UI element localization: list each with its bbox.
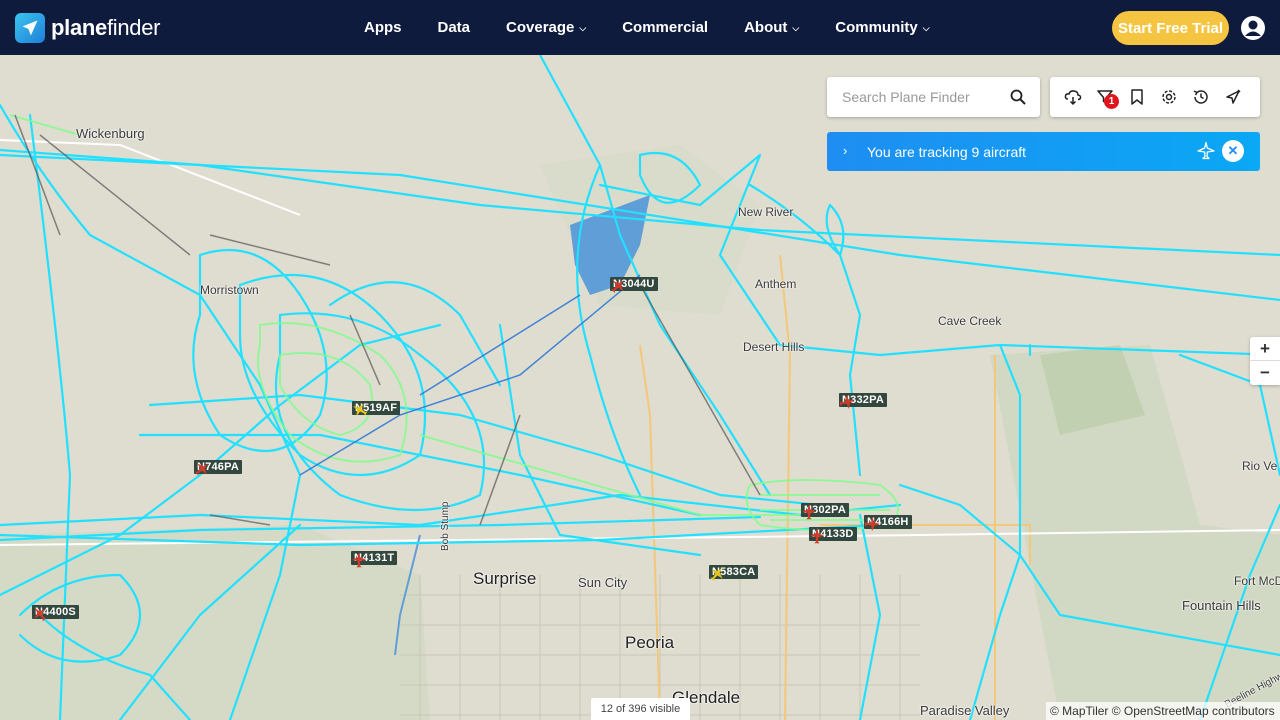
place-label: Morristown — [200, 283, 259, 297]
nav-about[interactable]: About ⌵ — [744, 19, 799, 36]
airplane-icon — [610, 280, 624, 294]
brand-name: planefinder — [51, 15, 161, 40]
airplane-icon — [1197, 141, 1215, 160]
history-icon[interactable] — [1192, 88, 1210, 106]
aircraft-marker[interactable]: N583CA — [708, 565, 759, 582]
plane-logo-icon — [15, 13, 45, 43]
airplane-icon — [809, 527, 825, 544]
weather-icon[interactable] — [1064, 88, 1082, 106]
place-label: Anthem — [755, 277, 797, 291]
nav-community[interactable]: Community ⌵ — [835, 19, 929, 36]
aircraft-marker[interactable]: N4166H — [863, 515, 912, 532]
start-free-trial-button[interactable]: Start Free Trial — [1112, 11, 1229, 45]
airplane-icon — [839, 395, 855, 409]
road-label: Bob Stump — [440, 501, 451, 551]
map-toolbar — [1050, 77, 1260, 117]
aircraft-marker[interactable]: N4400S — [31, 605, 79, 622]
search-box — [827, 77, 1040, 117]
bookmark-icon[interactable] — [1128, 88, 1146, 106]
aircraft-marker[interactable]: N746PA — [193, 460, 242, 476]
zoom-out-button[interactable]: − — [1250, 361, 1280, 385]
zoom-control: + − — [1250, 337, 1280, 385]
main-nav: Apps Data Coverage ⌵ Commercial About ⌵ Co… — [364, 0, 966, 55]
chevron-right-icon[interactable]: › — [843, 143, 847, 158]
top-navigation-bar: planefinder Apps Data Coverage ⌵ Commerci… — [0, 0, 1280, 55]
chevron-down-icon: ⌵ — [579, 23, 587, 33]
place-label: Paradise Valley — [920, 703, 1010, 718]
airplane-icon — [351, 551, 367, 568]
map-attribution[interactable]: © MapTiler © OpenStreetMap contributors — [1046, 702, 1280, 720]
chevron-down-icon: ⌵ — [922, 23, 930, 33]
tracking-text: You are tracking 9 aircraft — [867, 144, 1027, 160]
aircraft-marker[interactable]: N4133D — [808, 527, 857, 544]
search-input[interactable] — [842, 89, 1012, 105]
airplane-icon — [864, 516, 881, 532]
search-icon[interactable] — [1010, 89, 1026, 105]
place-label: Cave Creek — [938, 314, 1002, 328]
aircraft-marker[interactable]: N332PA — [838, 393, 887, 409]
airplane-icon — [34, 607, 47, 622]
zoom-in-button[interactable]: + — [1250, 337, 1280, 361]
chevron-down-icon: ⌵ — [792, 23, 800, 33]
place-label: New River — [738, 205, 794, 219]
nav-coverage[interactable]: Coverage ⌵ — [506, 19, 586, 36]
aircraft-marker[interactable]: N302PA — [800, 503, 849, 520]
account-icon[interactable] — [1240, 15, 1266, 41]
airport-icon[interactable] — [1224, 88, 1242, 106]
place-label: Fountain Hills — [1182, 598, 1261, 613]
nav-commercial[interactable]: Commercial — [622, 19, 708, 36]
nav-apps[interactable]: Apps — [364, 19, 402, 36]
nav-data[interactable]: Data — [438, 19, 471, 36]
airplane-icon — [194, 463, 209, 476]
airplane-icon — [801, 503, 817, 520]
close-icon: ✕ — [1227, 143, 1239, 158]
aircraft-marker[interactable]: N519AF — [351, 401, 401, 417]
aircraft-marker[interactable]: N3044U — [609, 277, 658, 294]
place-label: Sun City — [578, 575, 628, 590]
visible-count: 12 of 396 visible — [591, 698, 690, 720]
settings-icon[interactable] — [1160, 88, 1178, 106]
filter-count-badge: 1 — [1104, 94, 1119, 109]
airplane-icon — [710, 567, 723, 582]
planefinder-logo[interactable]: planefinder — [15, 13, 161, 43]
place-label: Wickenburg — [76, 126, 145, 141]
place-label: Desert Hills — [743, 340, 805, 354]
aircraft-marker[interactable]: N4131T — [350, 551, 398, 568]
place-label: Fort McD — [1234, 574, 1280, 588]
close-tracking-button[interactable]: ✕ — [1222, 140, 1244, 162]
place-label: Surprise — [473, 569, 537, 588]
place-label: Peoria — [625, 633, 675, 652]
airplane-icon — [352, 403, 368, 417]
place-label: Rio Ve — [1242, 459, 1278, 473]
